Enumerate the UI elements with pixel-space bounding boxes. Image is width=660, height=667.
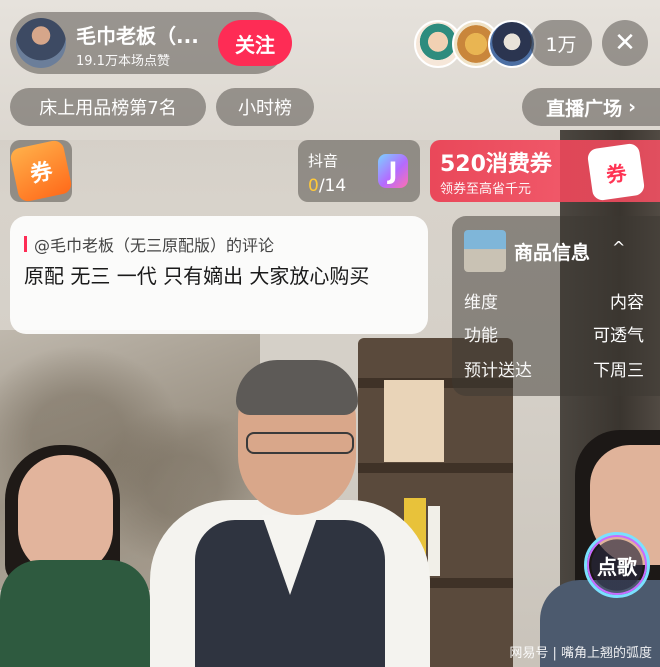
host-name: 毛巾老板（... [76,24,199,48]
coupon-widget[interactable]: 券 [8,138,74,204]
product-info-value: 下周三 [593,361,644,381]
product-info-key: 功能 [464,326,498,346]
product-info-key: 维度 [464,293,498,313]
product-info-value: 内容 [610,293,644,313]
host-avatar[interactable] [16,18,66,68]
product-info-row: 功能 可透气 [464,321,644,346]
live-stream-view: 毛巾老板（... 19.1万本场点赞 关注 1万 ✕ 床上用品榜第7名 小时榜 … [0,0,660,667]
product-thumbnail [464,230,506,272]
promo-subtitle: 领券至高省千元 [440,182,532,197]
pinned-comment[interactable]: @毛巾老板（无三原配版）的评论 原配 无三 一代 只有嫡出 大家放心购买 [10,216,428,334]
douyin-logo-icon: J [378,154,408,188]
person-left-body [0,560,150,667]
host-likes: 19.1万本场点赞 [76,54,170,69]
follow-button[interactable]: 关注 [218,20,292,66]
product-info-title: 商品信息 [514,242,591,264]
book [428,506,440,576]
close-icon[interactable]: ✕ [602,20,648,66]
viewer-avatar[interactable] [488,20,536,68]
douyin-task-card[interactable]: 抖音 0/14 J [298,140,420,202]
consumption-coupon-banner[interactable]: 520消费券 领券至高省千元 券 [430,140,660,202]
douyin-task-title: 抖音 [308,152,339,170]
shelf-board [358,463,513,473]
hourly-rank-badge[interactable]: 小时榜 [216,88,314,126]
live-plaza-button[interactable]: 直播广场 › [522,88,660,126]
chevron-up-icon[interactable]: ^ [612,238,625,257]
live-plaza-label: 直播广场 [546,97,623,120]
task-progress-total: /14 [318,176,347,196]
host-glasses [246,432,354,454]
viewer-count[interactable]: 1万 [530,20,592,66]
comment-author: @毛巾老板（无三原配版）的评论 [34,236,275,255]
host-hair [236,360,358,415]
product-info-value: 可透气 [593,326,644,346]
task-progress-current: 0 [308,176,319,196]
category-rank-badge[interactable]: 床上用品榜第7名 [10,88,206,126]
comment-text: 原配 无三 一代 只有嫡出 大家放心购买 [24,264,370,288]
person-left-face [18,455,113,575]
promo-title: 520消费券 [440,152,552,177]
comment-accent-bar [24,236,27,252]
coupon-ticket-icon: 券 [586,142,646,202]
product-info-row: 维度 内容 [464,288,644,313]
coupon-icon: 券 [8,138,74,204]
song-request-button[interactable]: 点歌 [584,532,650,598]
watermark: 网易号 | 嘴角上翘的弧度 [509,646,652,661]
book [384,380,444,462]
host-info-card[interactable]: 毛巾老板（... 19.1万本场点赞 关注 [10,12,292,74]
product-info-row: 预计送达 下周三 [464,356,644,381]
product-info-panel[interactable]: 商品信息 ^ 维度 内容 功能 可透气 预计送达 下周三 [452,216,660,396]
chevron-right-icon: › [628,96,636,118]
product-info-key: 预计送达 [464,361,532,381]
douyin-task-progress: 0/14 [308,176,346,196]
